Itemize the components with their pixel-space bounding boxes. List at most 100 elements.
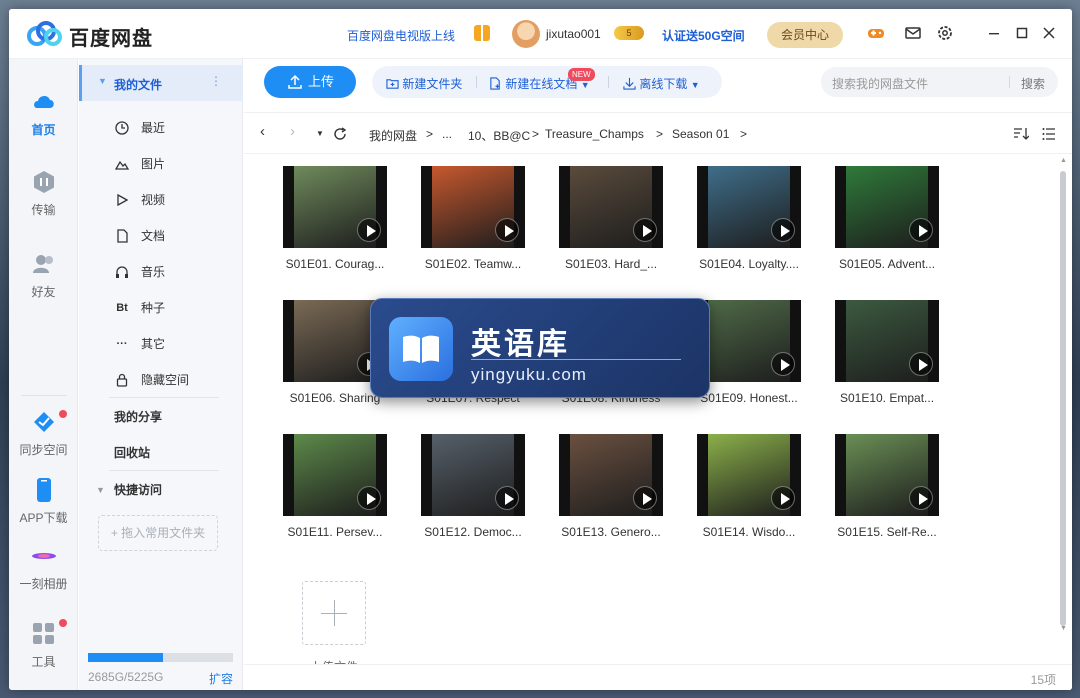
video-thumbnail[interactable] [421,434,525,516]
file-name[interactable]: S01E05. Advent... [827,257,947,271]
play-icon[interactable] [633,218,657,242]
minimize-icon[interactable] [984,23,1004,43]
upload-button[interactable]: 上传 [264,66,356,98]
nav-torrents[interactable]: Bt 种子 [79,290,243,326]
breadcrumb-folder-2[interactable]: Treasure_Champs [545,127,644,141]
nav-hidden-space[interactable]: 隐藏空间 [79,362,243,398]
scroll-thumb[interactable] [1060,171,1066,626]
play-icon[interactable] [771,218,795,242]
play-icon[interactable] [909,486,933,510]
nav-app-download[interactable]: APP下载 [9,477,78,526]
video-thumbnail[interactable] [835,434,939,516]
download-icon [623,77,636,90]
avatar[interactable] [512,20,540,48]
nav-videos[interactable]: 视频 [79,182,243,218]
search-input[interactable]: 搜索我的网盘文件 [832,75,928,92]
file-name[interactable]: S01E12. Democ... [413,525,533,539]
play-icon[interactable] [909,218,933,242]
file-name[interactable]: S01E13. Genero... [551,525,671,539]
history-dropdown-icon[interactable]: ▼ [316,129,324,138]
forward-icon[interactable]: › [290,123,295,140]
nav-quick-access[interactable]: ▼ 快捷访问 [79,472,243,508]
new-folder-button[interactable]: 新建文件夹 [386,75,462,92]
title-bar: 百度网盘 百度网盘电视版上线 jixutao001 5 认证送50G空间 会员中… [9,9,1072,59]
scroll-down-icon[interactable]: ▼ [1060,625,1067,632]
nav-recycle-bin[interactable]: 回收站 [79,435,243,471]
nav-docs[interactable]: 文档 [79,218,243,254]
search-box[interactable]: 搜索我的网盘文件 搜索 [821,67,1058,97]
nav-transfer[interactable]: 传输 [9,169,78,218]
drop-folder-hint[interactable]: + 拖入常用文件夹 [98,515,218,551]
nav-home[interactable]: 首页 [9,89,78,138]
video-thumbnail[interactable] [559,166,663,248]
video-thumbnail[interactable] [421,166,525,248]
game-icon[interactable] [866,23,886,43]
mail-icon[interactable] [903,23,923,43]
file-nav-panel: ▼ 我的文件 ⋮ 最近 图片 视频 文档 音乐 Bt 种子 ··· 其它 隐藏空… [79,59,243,690]
video-thumbnail[interactable] [697,300,801,382]
file-name[interactable]: S01E10. Empat... [827,391,947,405]
file-name[interactable]: S01E02. Teamw... [413,257,533,271]
settings-icon[interactable] [935,23,955,43]
breadcrumb: ‹ › ▼ 我的网盘 > ... 10、BB@C > Treasure_Cham… [244,112,1072,154]
scroll-up-icon[interactable]: ▲ [1060,157,1067,164]
video-thumbnail[interactable] [283,166,387,248]
breadcrumb-folder-3[interactable]: Season 01 [672,127,729,141]
nav-music[interactable]: 音乐 [79,254,243,290]
back-icon[interactable]: ‹ [260,123,265,140]
tv-version-link[interactable]: 百度网盘电视版上线 [347,27,455,44]
video-thumbnail[interactable] [559,434,663,516]
search-button[interactable]: 搜索 [1021,75,1045,92]
member-center-button[interactable]: 会员中心 [767,22,843,48]
breadcrumb-separator: > [740,127,748,141]
nav-sync-space[interactable]: 同步空间 [9,409,78,458]
play-icon[interactable] [771,486,795,510]
offline-download-button[interactable]: 离线下载 ▼ [623,75,700,92]
maximize-icon[interactable] [1012,23,1032,43]
sort-icon[interactable] [1013,127,1029,141]
nav-tools[interactable]: 工具 [9,619,78,670]
file-name[interactable]: S01E01. Courag... [275,257,395,271]
divider [109,470,219,471]
nav-docs-label: 文档 [141,229,166,243]
nav-my-share[interactable]: 我的分享 [79,399,243,435]
nav-others[interactable]: ··· 其它 [79,326,243,362]
file-name[interactable]: S01E03. Hard_... [551,257,671,271]
gift-icon[interactable] [474,25,490,41]
username[interactable]: jixutao001 [546,27,601,41]
file-name[interactable]: S01E15. Self-Re... [827,525,947,539]
file-name[interactable]: S01E11. Persev... [275,525,395,539]
nav-friends[interactable]: 好友 [9,251,78,300]
file-name[interactable]: S01E04. Loyalty.... [689,257,809,271]
my-files-label: 我的文件 [114,78,163,92]
scrollbar[interactable]: ▲ ▼ [1059,155,1067,635]
list-view-icon[interactable] [1042,127,1056,141]
video-thumbnail[interactable] [697,166,801,248]
breadcrumb-ellipsis[interactable]: ... [442,127,452,141]
file-name[interactable]: S01E14. Wisdo... [689,525,809,539]
expand-storage-link[interactable]: 扩容 [209,670,233,687]
play-icon[interactable] [909,352,933,376]
video-thumbnail[interactable] [835,166,939,248]
video-thumbnail[interactable] [283,434,387,516]
more-icon[interactable]: ⋮ [210,74,222,88]
video-thumbnail[interactable] [697,434,801,516]
close-icon[interactable] [1039,23,1059,43]
nav-images[interactable]: 图片 [79,146,243,182]
breadcrumb-root[interactable]: 我的网盘 [369,127,417,144]
refresh-icon[interactable] [333,127,347,141]
play-icon[interactable] [771,352,795,376]
play-icon[interactable] [495,218,519,242]
nav-images-label: 图片 [141,157,166,171]
breadcrumb-folder-1[interactable]: 10、BB@C [468,127,530,144]
video-thumbnail[interactable] [835,300,939,382]
play-icon[interactable] [633,486,657,510]
play-icon[interactable] [495,486,519,510]
add-file-button[interactable] [302,581,366,645]
play-icon[interactable] [357,486,381,510]
nav-moment-album[interactable]: 一刻相册 [9,543,78,592]
nav-recent[interactable]: 最近 [79,110,243,146]
verify-link[interactable]: 认证送50G空间 [662,27,745,44]
play-icon[interactable] [357,218,381,242]
my-files-item[interactable]: ▼ 我的文件 ⋮ [79,65,243,101]
